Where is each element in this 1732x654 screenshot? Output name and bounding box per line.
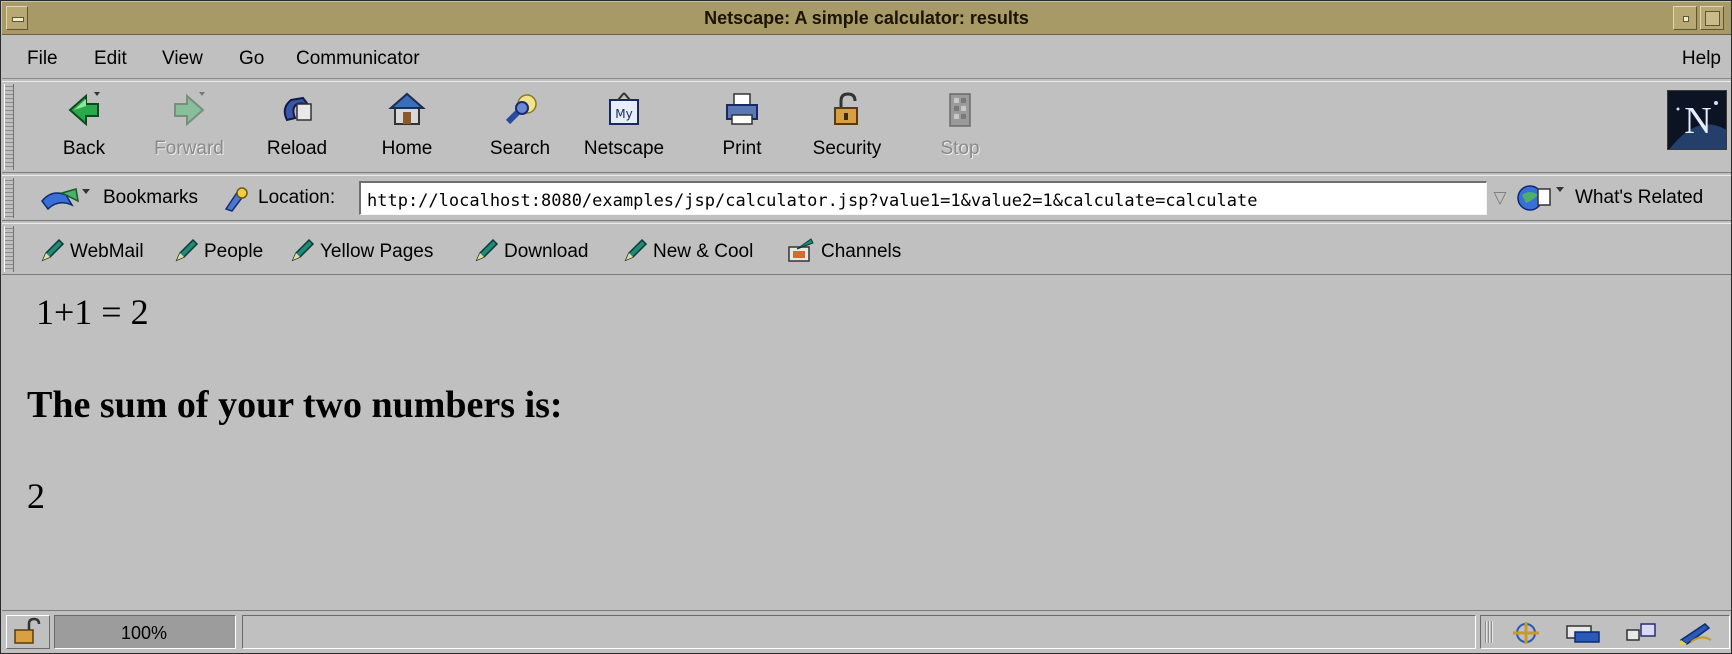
menu-help[interactable]: Help — [1682, 48, 1721, 70]
link-download[interactable]: Download — [474, 237, 589, 263]
bookmarks-icon[interactable] — [38, 185, 98, 213]
minimize-button[interactable] — [1673, 6, 1697, 30]
result-value: 2 — [27, 476, 45, 516]
back-label: Back — [62, 138, 106, 159]
search-label: Search — [489, 138, 551, 159]
location-label: Location: — [258, 187, 336, 208]
link-download-label: Download — [504, 241, 589, 262]
link-new-and-cool-label: New & Cool — [653, 241, 754, 262]
forward-button[interactable]: Forward — [146, 90, 232, 168]
stop-icon — [949, 93, 971, 127]
navigator-icon[interactable] — [1509, 620, 1543, 646]
back-button[interactable]: Back — [52, 90, 116, 168]
home-button[interactable]: Home — [372, 90, 442, 168]
security-label: Security — [812, 138, 882, 159]
window-title: Netscape: A simple calculator: results — [704, 8, 1029, 28]
link-yellow-pages-label: Yellow Pages — [320, 241, 434, 262]
menu-bar: File Edit View Go Communicator Help — [2, 37, 1731, 79]
bookmark-pencil-icon — [291, 238, 315, 262]
toolbar-grip[interactable] — [4, 226, 14, 272]
bookmark-pencil-icon — [175, 238, 199, 262]
svg-text:N: N — [1684, 100, 1711, 142]
status-bar: 100% — [2, 610, 1731, 653]
link-new-and-cool[interactable]: New & Cool — [623, 237, 753, 263]
stop-button[interactable]: Stop — [932, 90, 988, 168]
mail-icon[interactable] — [1565, 620, 1601, 646]
location-pin-icon[interactable] — [222, 185, 252, 213]
link-people[interactable]: People — [174, 237, 263, 263]
progress-indicator: 100% — [54, 615, 236, 649]
bookmark-pencil-icon — [475, 238, 499, 262]
netscape-logo[interactable]: N — [1667, 90, 1727, 150]
location-toolbar: Bookmarks Location: ▽ What's Related — [2, 175, 1731, 221]
stop-label: Stop — [940, 138, 980, 159]
link-webmail[interactable]: WebMail — [40, 237, 144, 263]
link-channels-label: Channels — [821, 241, 902, 262]
netscape-n-logo-icon: N — [1668, 91, 1726, 149]
forward-label: Forward — [154, 138, 224, 159]
search-icon — [505, 94, 537, 125]
home-icon — [388, 92, 426, 125]
title-bar[interactable]: Netscape: A simple calculator: results — [2, 2, 1731, 35]
whats-related-button[interactable]: What's Related — [1575, 187, 1703, 209]
component-bar — [1480, 615, 1730, 649]
browser-window: Netscape: A simple calculator: results F… — [0, 0, 1732, 654]
security-lock-icon — [834, 92, 858, 125]
my-netscape-button[interactable]: My Netscape — [574, 90, 674, 168]
security-status-button[interactable] — [6, 615, 50, 649]
link-channels[interactable]: Channels — [787, 237, 901, 263]
maximize-button[interactable] — [1700, 6, 1724, 30]
page-content: 1+1 = 2 The sum of your two numbers is: … — [2, 277, 1731, 608]
composer-icon[interactable] — [1677, 620, 1717, 646]
netscape-label: Netscape — [583, 138, 665, 159]
link-yellow-pages[interactable]: Yellow Pages — [290, 237, 433, 263]
security-button[interactable]: Security — [802, 90, 892, 168]
home-label: Home — [381, 138, 433, 159]
menu-view[interactable]: View — [162, 48, 203, 70]
progress-text: 100% — [121, 623, 168, 643]
print-label: Print — [722, 138, 762, 159]
menu-go[interactable]: Go — [239, 48, 264, 70]
search-button[interactable]: Search — [480, 90, 560, 168]
navigation-toolbar: Back Forward Reload Home Search My Netsc… — [2, 81, 1731, 173]
print-button[interactable]: Print — [707, 90, 777, 168]
bookmark-pencil-icon — [41, 238, 65, 262]
component-bar-grip[interactable] — [1485, 621, 1493, 643]
menu-file[interactable]: File — [27, 48, 58, 70]
toolbar-grip[interactable] — [4, 84, 14, 170]
reload-icon — [283, 96, 312, 122]
my-netscape-icon: My — [609, 92, 639, 125]
url-input[interactable] — [359, 181, 1487, 215]
link-people-label: People — [204, 241, 264, 262]
calculation-expression: 1+1 = 2 — [36, 292, 149, 332]
menu-communicator[interactable]: Communicator — [296, 48, 420, 70]
whats-related-icon[interactable] — [1516, 183, 1572, 213]
bookmark-pencil-icon — [624, 238, 648, 262]
url-dropdown-icon[interactable]: ▽ — [1489, 183, 1511, 213]
discussions-icon[interactable] — [1623, 620, 1659, 646]
link-webmail-label: WebMail — [70, 241, 144, 262]
status-message — [242, 615, 1476, 649]
reload-label: Reload — [266, 138, 328, 159]
back-arrow-icon — [68, 92, 100, 127]
forward-arrow-icon — [174, 92, 205, 127]
svg-text:My: My — [615, 107, 632, 121]
result-heading: The sum of your two numbers is: — [27, 384, 563, 426]
toolbar-grip[interactable] — [4, 178, 14, 218]
personal-toolbar: WebMail People Yellow Pages Download New… — [2, 223, 1731, 275]
reload-button[interactable]: Reload — [257, 90, 337, 168]
bookmarks-button[interactable]: Bookmarks — [103, 187, 198, 209]
unlocked-padlock-icon — [14, 617, 41, 644]
menu-edit[interactable]: Edit — [94, 48, 127, 70]
channels-icon — [788, 238, 814, 262]
print-icon — [726, 93, 758, 125]
